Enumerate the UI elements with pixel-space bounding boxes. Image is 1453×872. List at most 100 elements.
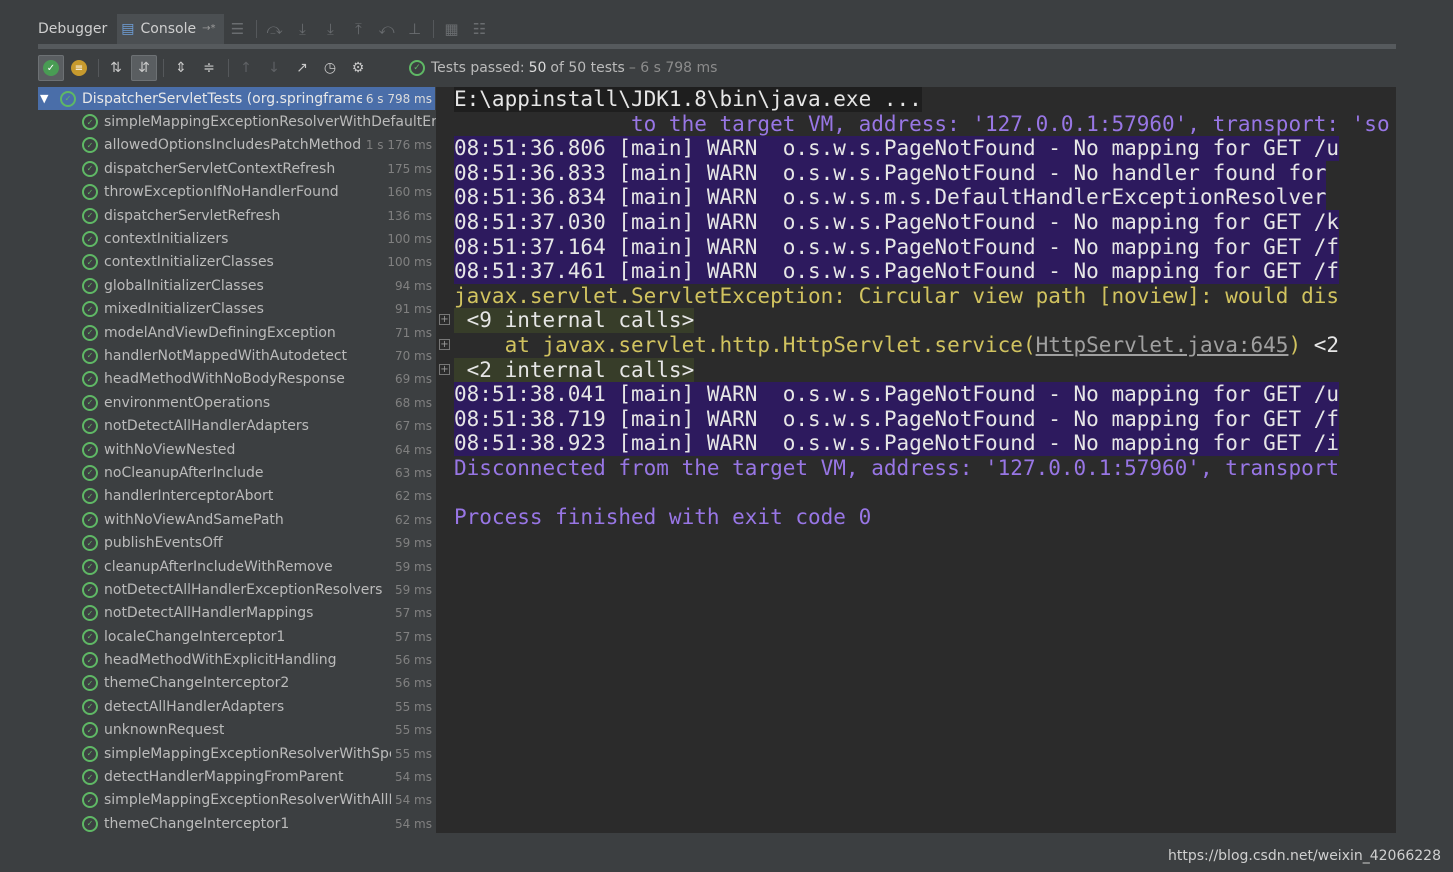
- settings-gear-icon[interactable]: ⚙: [345, 55, 371, 81]
- test-row[interactable]: ✓ throwExceptionIfNoHandlerFound 160 ms: [38, 181, 435, 204]
- passed-icon: ✓: [82, 277, 98, 294]
- test-name: noCleanupAfterInclude: [104, 464, 264, 481]
- test-name: themeChangeInterceptor2: [104, 675, 290, 692]
- test-row[interactable]: ✓ headMethodWithNoBodyResponse 69 ms: [38, 368, 435, 391]
- passed-icon: ✓: [82, 394, 98, 411]
- test-row[interactable]: ✓ simpleMappingExceptionResolverWithAllHa…: [38, 789, 435, 812]
- show-execution-point-icon[interactable]: ⤼: [261, 14, 289, 44]
- expand-fold-icon[interactable]: +: [439, 363, 450, 375]
- tree-root-row[interactable]: ▼ ✓ DispatcherServletTests (org.springfr…: [38, 87, 435, 111]
- expand-fold-icon[interactable]: +: [439, 338, 450, 350]
- test-row[interactable]: ✓ headMethodWithExplicitHandling 56 ms: [38, 648, 435, 671]
- run-to-cursor-icon[interactable]: ⊥: [401, 14, 429, 44]
- passed-icon: ✓: [82, 231, 98, 248]
- test-name: dispatcherServletContextRefresh: [104, 160, 336, 177]
- test-row[interactable]: ✓ globalInitializerClasses 94 ms: [38, 274, 435, 297]
- test-row[interactable]: ✓ withNoViewNested 64 ms: [38, 438, 435, 461]
- passed-icon: ✓: [82, 488, 98, 505]
- test-row[interactable]: ✓ themeChangeInterceptor1 54 ms: [38, 812, 435, 833]
- trace-icon[interactable]: ☷: [466, 14, 494, 44]
- toolbar-separator: [255, 20, 257, 38]
- menu-icon[interactable]: ☰: [224, 14, 252, 44]
- sort-by-duration-icon[interactable]: ⇵: [131, 55, 157, 81]
- test-row[interactable]: ✓ publishEventsOff 59 ms: [38, 531, 435, 554]
- test-tree[interactable]: ▼ ✓ DispatcherServletTests (org.springfr…: [38, 87, 568, 833]
- test-history-icon[interactable]: ◷: [317, 55, 343, 81]
- test-row[interactable]: ✓ themeChangeInterceptor2 56 ms: [38, 672, 435, 695]
- show-passed-toggle[interactable]: ✓: [38, 55, 64, 81]
- console-line: 08:51:37.030 [main] WARN o.s.w.s.PageNot…: [454, 209, 1340, 235]
- test-row[interactable]: ✓ withNoViewAndSamePath 62 ms: [38, 508, 435, 531]
- previous-failed-icon[interactable]: ↑: [233, 55, 259, 81]
- console-line: 08:51:36.833 [main] WARN o.s.w.s.PageNot…: [454, 160, 1327, 186]
- test-row[interactable]: ✓ dispatcherServletContextRefresh 175 ms: [38, 157, 435, 180]
- test-name: detectAllHandlerAdapters: [104, 698, 285, 715]
- test-row[interactable]: ✓ cleanupAfterIncludeWithRemove 59 ms: [38, 555, 435, 578]
- test-duration: 59 ms: [390, 536, 432, 551]
- test-row[interactable]: ✓ dispatcherServletRefresh 136 ms: [38, 204, 435, 227]
- passed-icon: ✓: [82, 605, 98, 622]
- panel-divider[interactable]: [38, 44, 1396, 49]
- test-name: unknownRequest: [104, 722, 225, 739]
- tool-window-tabbar: Debugger ▤ Console →* ☰ ⤼ ⤓ ⤓ ⤒ ⤺ ⊥ ▦ ☷: [38, 14, 1396, 44]
- test-duration: 70 ms: [390, 348, 432, 363]
- test-row[interactable]: ✓ unknownRequest 55 ms: [38, 719, 435, 742]
- test-row[interactable]: ✓ mixedInitializerClasses 91 ms: [38, 298, 435, 321]
- passed-icon: ✓: [82, 160, 98, 177]
- tab-debugger[interactable]: Debugger: [38, 14, 113, 44]
- toolbar-separator: [98, 59, 99, 77]
- evaluate-expression-icon[interactable]: ▦: [438, 14, 466, 44]
- test-row[interactable]: ✓ detectAllHandlerAdapters 55 ms: [38, 695, 435, 718]
- console-line: to the target VM, address: '127.0.0.1:57…: [454, 111, 1390, 136]
- test-row[interactable]: ✓ notDetectAllHandlerExceptionResolvers 59…: [38, 578, 435, 601]
- test-row[interactable]: ✓ simpleMappingExceptionResolverWithSpeci…: [38, 742, 435, 765]
- test-row[interactable]: ✓ notDetectAllHandlerAdapters 67 ms: [38, 414, 435, 437]
- test-row[interactable]: ✓ environmentOperations 68 ms: [38, 391, 435, 414]
- test-name: contextInitializers: [104, 231, 229, 248]
- test-name: detectHandlerMappingFromParent: [104, 769, 344, 786]
- step-over-icon[interactable]: ⤓: [289, 14, 317, 44]
- test-duration: 55 ms: [390, 723, 432, 738]
- test-name: allowedOptionsIncludesPatchMethod: [104, 137, 362, 154]
- test-duration: 62 ms: [390, 512, 432, 527]
- test-duration: 100 ms: [383, 255, 432, 270]
- tree-root-time: 6 s 798 ms: [361, 91, 432, 106]
- export-results-icon[interactable]: ↗: [289, 55, 315, 81]
- passed-icon: ✓: [82, 254, 98, 271]
- test-row[interactable]: ✓ contextInitializers 100 ms: [38, 227, 435, 250]
- step-into-icon[interactable]: ⤓: [317, 14, 345, 44]
- test-row[interactable]: ✓ localeChangeInterceptor1 57 ms: [38, 625, 435, 648]
- ignored-icon: ≡: [71, 60, 87, 76]
- test-row[interactable]: ✓ handlerInterceptorAbort 62 ms: [38, 485, 435, 508]
- test-row[interactable]: ✓ noCleanupAfterInclude 63 ms: [38, 461, 435, 484]
- console-line: 08:51:37.461 [main] WARN o.s.w.s.PageNot…: [454, 259, 1340, 284]
- sort-alphabetically-icon[interactable]: ⇅: [103, 55, 129, 81]
- passed-icon: ✓: [82, 371, 98, 388]
- expand-all-icon[interactable]: ⇕: [168, 55, 194, 81]
- status-duration: – 6 s 798 ms: [628, 60, 718, 76]
- drop-frame-icon[interactable]: ⤺: [373, 14, 401, 44]
- next-failed-icon[interactable]: ↓: [261, 55, 287, 81]
- test-row[interactable]: ✓ detectHandlerMappingFromParent 54 ms: [38, 765, 435, 788]
- passed-icon: ✓: [82, 745, 98, 762]
- stacktrace-link[interactable]: HttpServlet.java:645: [1036, 333, 1289, 358]
- test-duration: 57 ms: [390, 606, 432, 621]
- passed-icon: ✓: [82, 722, 98, 739]
- step-out-icon[interactable]: ⤒: [345, 14, 373, 44]
- passed-icon: ✓: [82, 137, 98, 154]
- console-output[interactable]: E:\appinstall\JDK1.8\bin\java.exe ... to…: [436, 87, 1396, 833]
- test-row[interactable]: ✓ contextInitializerClasses 100 ms: [38, 251, 435, 274]
- test-name: headMethodWithExplicitHandling: [104, 652, 337, 669]
- test-row[interactable]: ✓ allowedOptionsIncludesPatchMethod 1 s 17…: [38, 134, 435, 157]
- test-row[interactable]: ✓ notDetectAllHandlerMappings 57 ms: [38, 602, 435, 625]
- pin-icon[interactable]: →*: [202, 14, 215, 44]
- test-duration: 175 ms: [383, 161, 432, 176]
- collapse-all-icon[interactable]: ≑: [196, 55, 222, 81]
- test-row[interactable]: ✓ modelAndViewDefiningException 71 ms: [38, 321, 435, 344]
- test-duration: 71 ms: [390, 325, 432, 340]
- test-row[interactable]: ✓ handlerNotMappedWithAutodetect 70 ms: [38, 344, 435, 367]
- expand-fold-icon[interactable]: +: [439, 314, 450, 326]
- show-ignored-toggle[interactable]: ≡: [66, 55, 92, 81]
- expand-arrow-icon[interactable]: ▼: [40, 92, 54, 105]
- tab-console[interactable]: ▤ Console →*: [117, 14, 224, 44]
